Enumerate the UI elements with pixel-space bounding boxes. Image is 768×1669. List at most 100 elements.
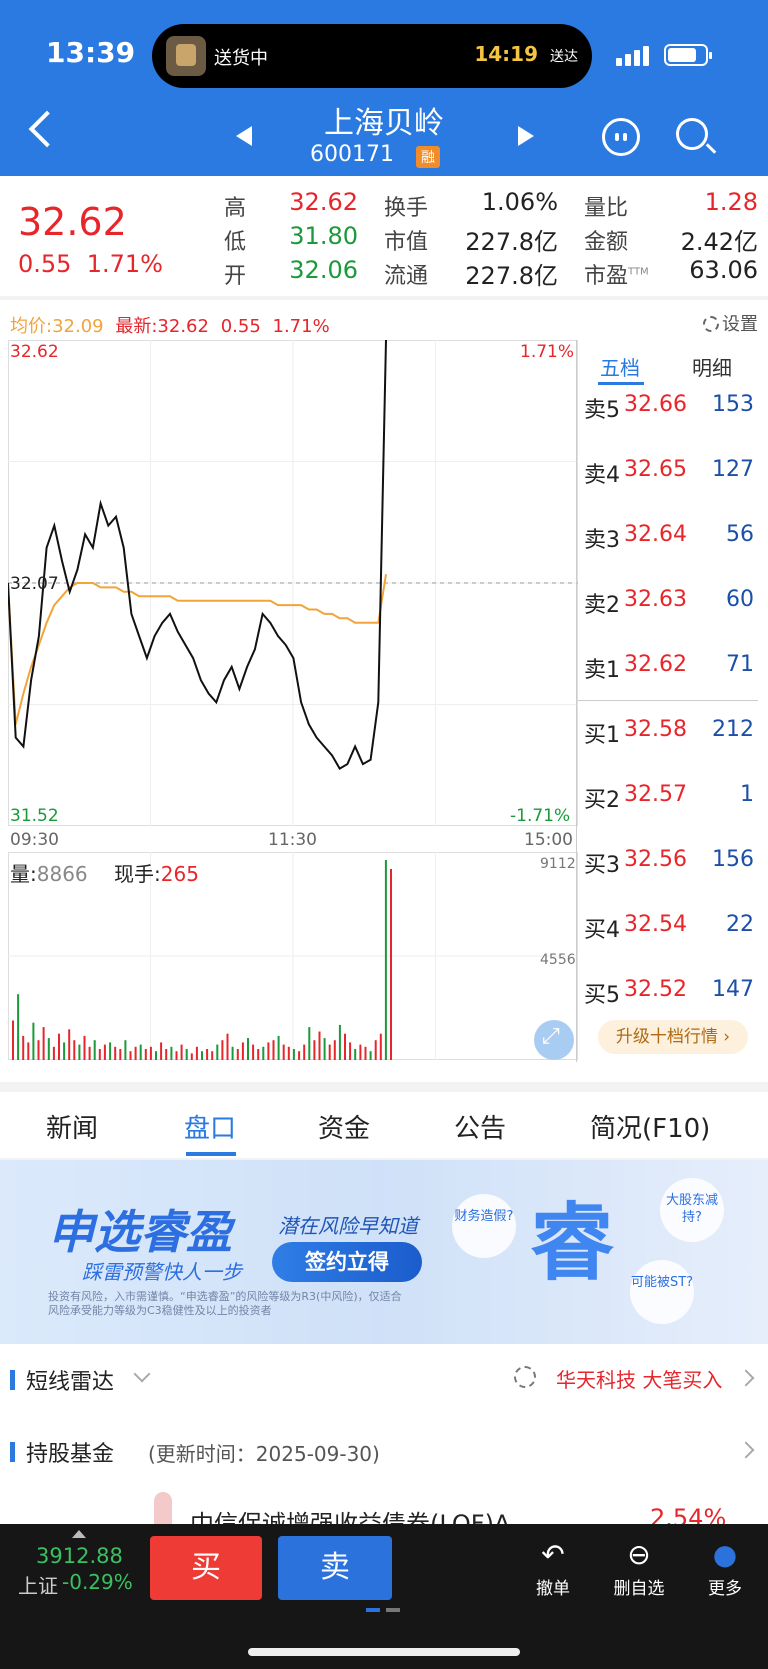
volume-bar [73, 1040, 76, 1060]
battery-icon [664, 44, 712, 66]
tab-details[interactable]: 明细 [692, 352, 732, 381]
index-value[interactable]: 3912.88 [36, 1544, 123, 1568]
volume-bar [12, 1020, 14, 1060]
tab-announcements[interactable]: 公告 [454, 1108, 506, 1145]
page-dot-active [366, 1608, 380, 1612]
orderbook-row[interactable]: 买3 32.56 156 [584, 847, 754, 878]
gear-icon[interactable] [514, 1366, 536, 1388]
assistant-icon[interactable] [602, 118, 640, 156]
volume-bar [323, 1038, 326, 1060]
orderbook-price: 32.62 [624, 652, 687, 677]
tab-five-levels[interactable]: 五档 [600, 352, 640, 381]
orderbook-row[interactable]: 买1 32.58 212 [584, 717, 754, 748]
volume-bar [149, 1046, 152, 1060]
volume-bar [349, 1042, 352, 1060]
volume-bar [93, 1040, 96, 1060]
orderbook-level: 卖1 [584, 658, 620, 683]
price-change: 0.55 1.71% [18, 250, 163, 278]
volume-bar [272, 1040, 275, 1060]
sell-button[interactable]: 卖 [278, 1536, 392, 1600]
volume-bar [155, 1051, 157, 1060]
next-stock-icon[interactable] [518, 126, 534, 146]
eta-time: 14:19 [474, 42, 538, 66]
x-tick-1500: 15:00 [524, 830, 573, 850]
banner-sign-button[interactable]: 签约立得 [272, 1242, 422, 1282]
orderbook-row[interactable]: 卖3 32.64 56 [584, 522, 754, 553]
buy-button[interactable]: 买 [150, 1536, 262, 1600]
volume-bar [160, 1042, 163, 1060]
orderbook-row[interactable]: 卖1 32.62 71 [584, 652, 754, 683]
tab-news[interactable]: 新闻 [46, 1108, 98, 1145]
tab-orderbook[interactable]: 盘口 [184, 1108, 236, 1145]
orderbook-border [576, 340, 577, 1062]
volume-bar [211, 1051, 214, 1060]
radar-alert[interactable]: 华天科技 大笔买入 [556, 1364, 722, 1393]
dynamic-island[interactable]: 送货中 14:19 送达 [152, 24, 592, 88]
promo-banner[interactable]: 申选睿盈 踩雷预警快人一步 潜在风险早知道 签约立得 投资有风险，入市需谨慎。“… [0, 1160, 768, 1344]
radar-title: 短线雷达 [26, 1370, 115, 1395]
orderbook-level: 卖5 [584, 398, 620, 423]
volume-bar [241, 1042, 244, 1060]
banner-title: 申选睿盈 [48, 1205, 232, 1259]
vol-label-max: 9112 [540, 856, 576, 872]
orderbook-row[interactable]: 买4 32.54 22 [584, 912, 754, 943]
y-right-label-top: 1.71% [520, 342, 575, 362]
page-dot [386, 1608, 400, 1612]
tab-underline [598, 382, 644, 385]
banner-big-char: 睿 [530, 1194, 615, 1292]
volume-bar [257, 1049, 260, 1060]
x-tick-0930: 09:30 [10, 830, 59, 850]
tab-underline [186, 1152, 236, 1156]
volume-bar [32, 1022, 35, 1060]
search-icon[interactable] [676, 118, 708, 150]
orderbook-volume: 153 [712, 392, 754, 417]
remove-watchlist-button[interactable]: ⊖ 删自选 [604, 1538, 674, 1599]
quote-value-low: 31.80 [289, 222, 358, 250]
orderbook-volume: 156 [712, 847, 754, 872]
more-button[interactable]: ● 更多 [690, 1538, 760, 1599]
quote-value-volratio: 1.28 [704, 188, 758, 216]
volume-bar [364, 1046, 367, 1060]
quote-label-amount: 金额 [584, 230, 629, 255]
fullscreen-button[interactable] [534, 1020, 574, 1060]
quote-label-pe: 市盈TTM [584, 264, 649, 289]
minus-circle-icon: ⊖ [627, 1538, 651, 1571]
chevron-down-icon[interactable] [133, 1365, 151, 1383]
cancel-order-button[interactable]: ↶ 撤单 [518, 1538, 588, 1599]
chevron-right-icon[interactable] [737, 1369, 755, 1387]
orderbook-level: 买4 [584, 918, 620, 943]
holding-funds-section[interactable]: 持股基金 (更新时间：2025-09-30) 中信保诚增强收益债券(LOF)A … [0, 1414, 768, 1538]
price-chart[interactable] [8, 340, 578, 826]
orderbook-level: 买2 [584, 788, 620, 813]
volume-bar [221, 1040, 224, 1060]
back-icon[interactable] [28, 110, 66, 148]
chart-settings-button[interactable]: 设置 [703, 310, 758, 336]
volume-bar [303, 1044, 306, 1060]
orderbook-row[interactable]: 卖5 32.66 153 [584, 392, 754, 423]
volume-bar [282, 1044, 285, 1060]
orderbook-row[interactable]: 买2 32.57 1 [584, 782, 754, 813]
tab-funds[interactable]: 资金 [318, 1108, 370, 1145]
volume-bar [42, 1027, 45, 1060]
upgrade-level10-button[interactable]: 升级十档行情 › [598, 1020, 748, 1054]
volume-bar [262, 1046, 265, 1060]
volume-bar [359, 1044, 362, 1060]
orderbook-price: 32.54 [624, 912, 687, 937]
volume-bar [292, 1049, 295, 1060]
signal-icon [616, 44, 652, 66]
quote-value-amount: 2.42亿 [680, 228, 758, 256]
banner-bubble-st: 可能被ST? [630, 1260, 694, 1324]
volume-bar [354, 1049, 357, 1060]
orderbook-row[interactable]: 卖4 32.65 127 [584, 457, 754, 488]
volume-bar [109, 1042, 112, 1060]
chevron-right-icon[interactable] [737, 1441, 755, 1459]
info-tabs: 新闻 盘口 资金 公告 简况(F10) [0, 1092, 768, 1158]
fund-rank-icon [154, 1492, 172, 1526]
orderbook-row[interactable]: 卖2 32.63 60 [584, 587, 754, 618]
expand-up-icon[interactable] [72, 1530, 86, 1538]
short-radar-section[interactable]: 短线雷达 华天科技 大笔买入 [0, 1344, 768, 1414]
volume-bar [98, 1049, 101, 1060]
tab-profile[interactable]: 简况(F10) [590, 1108, 710, 1145]
volume-bar [328, 1044, 331, 1060]
orderbook-row[interactable]: 买5 32.52 147 [584, 977, 754, 1008]
